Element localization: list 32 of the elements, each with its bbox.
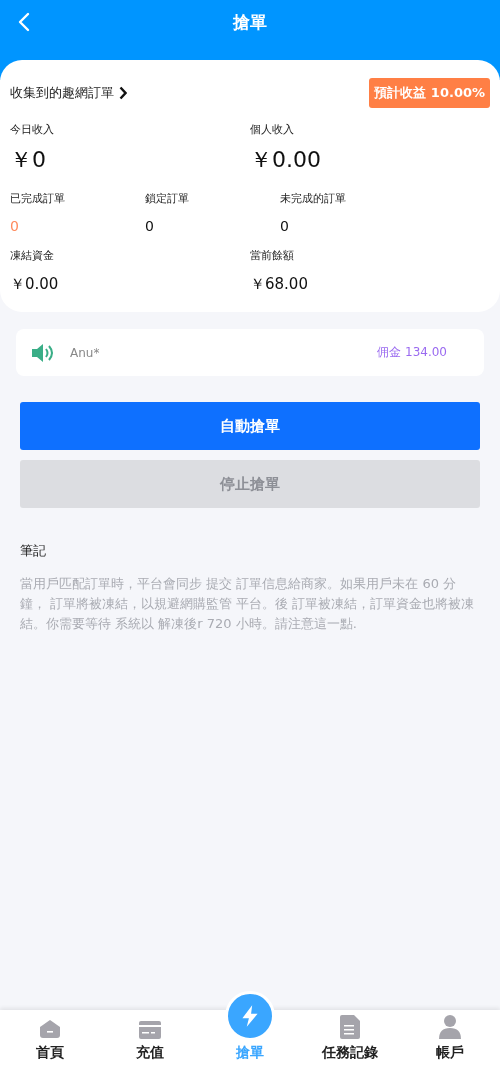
nav-tab[interactable]: 首頁: [0, 1010, 100, 1068]
stat-label: 凍結資金: [10, 248, 54, 263]
stat-value: 0: [280, 218, 289, 234]
stat-label: 個人收入: [250, 122, 294, 137]
user-name: Anu*: [70, 345, 100, 360]
document-icon: [340, 1015, 360, 1039]
back-icon[interactable]: [18, 12, 30, 32]
earnings-badge: 預計收益 10.00%: [369, 78, 490, 108]
card-icon: [139, 1021, 161, 1039]
stat-label: 當前餘額: [250, 248, 294, 263]
user-icon: [439, 1015, 461, 1039]
stat-label: 鎖定訂單: [145, 191, 189, 206]
stat-value: ￥0: [10, 146, 46, 174]
speaker-icon: [31, 342, 55, 363]
stat-value: ￥68.00: [250, 275, 308, 294]
nav-tab[interactable]: 帳戶: [400, 1010, 500, 1068]
orders-link[interactable]: 收集到的趣網訂單: [10, 84, 127, 102]
page-title: 搶單: [233, 11, 267, 34]
stat-value: ￥0.00: [10, 275, 59, 294]
stat-value: 0: [145, 218, 154, 234]
stat-label: 未完成的訂單: [280, 191, 346, 206]
stat-label: 今日收入: [10, 122, 54, 137]
stat-label: 已完成訂單: [10, 191, 65, 206]
nav-tab[interactable]: 充值: [100, 1010, 200, 1068]
nav-tab[interactable]: 任務記錄: [300, 1010, 400, 1068]
home-icon: [39, 1019, 61, 1039]
notes-title: 筆記: [20, 542, 46, 560]
stat-value: ￥0.00: [250, 146, 321, 174]
stat-value: 0: [10, 218, 19, 234]
auto-button[interactable]: 自動搶單: [20, 402, 480, 450]
commission-text: 佣金 134.00: [377, 344, 447, 361]
chevron-icon: [119, 86, 127, 100]
